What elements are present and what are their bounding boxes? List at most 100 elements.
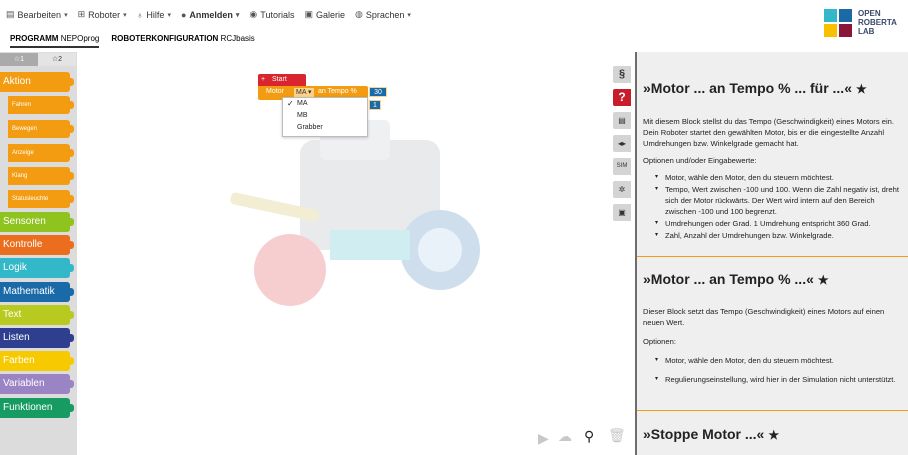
- menu-hilfe[interactable]: ♁ Hilfe ▾: [137, 9, 171, 20]
- help-section-2-body: Dieser Block setzt das Tempo (Geschwindi…: [643, 306, 905, 386]
- settings-icon[interactable]: ✲: [613, 181, 631, 198]
- category-farben[interactable]: Farben: [0, 351, 74, 371]
- dropdown-option-mb[interactable]: MB: [297, 111, 308, 121]
- category-aktion[interactable]: Aktion: [0, 72, 74, 92]
- category-kontrolle[interactable]: Kontrolle: [0, 235, 74, 255]
- star-icon: ★: [817, 273, 829, 287]
- caret-down-icon: ▾: [407, 11, 411, 19]
- category-mathematik[interactable]: Mathematik: [0, 282, 74, 302]
- subcategory-fahren[interactable]: Fahren: [8, 96, 74, 114]
- category-text[interactable]: Text: [0, 305, 74, 325]
- code-icon[interactable]: §: [613, 66, 631, 83]
- help-divider: [637, 256, 908, 257]
- right-tool-column: § ? ▤ ◂▸ SIM ✲ ▣: [613, 66, 633, 226]
- menu-label: Roboter: [88, 9, 121, 20]
- eye-icon: ◉: [249, 9, 258, 19]
- help-options-label: Optionen:: [643, 337, 676, 346]
- menu-label: Hilfe: [146, 9, 165, 20]
- menu-galerie[interactable]: ▣ Galerie: [304, 9, 345, 20]
- level-tab-2[interactable]: ☆2: [38, 53, 76, 66]
- level-tab-1[interactable]: ☆1: [0, 53, 38, 66]
- menu-tutorials[interactable]: ◉ Tutorials: [249, 9, 294, 20]
- category-logik[interactable]: Logik: [0, 258, 74, 278]
- star-icon: ★: [768, 428, 780, 442]
- help-divider: [637, 410, 908, 411]
- tempo-label: an Tempo %: [318, 88, 357, 95]
- motor-block-label: Motor: [266, 88, 284, 95]
- subcategory-bewegen[interactable]: Bewegen: [8, 120, 74, 138]
- list-item: Tempo, Wert zwischen -100 und 100. Wenn …: [643, 184, 905, 217]
- count-number-block[interactable]: 1: [369, 100, 381, 110]
- tab-label: ROBOTERKONFIGURATION: [111, 34, 219, 43]
- category-variablen[interactable]: Variablen: [0, 374, 74, 394]
- cloud-upload-icon[interactable]: ☁: [558, 428, 572, 445]
- zoom-icon[interactable]: ⚲: [584, 428, 594, 445]
- help-title-2: »Motor ... an Tempo % ...« ★: [643, 271, 829, 287]
- dropdown-option-ma[interactable]: MA: [297, 99, 308, 109]
- help-intro: Dieser Block setzt das Tempo (Geschwindi…: [643, 307, 885, 327]
- list-item: Motor, wähle den Motor, den du steuern m…: [643, 355, 905, 366]
- menu-label: Tutorials: [260, 9, 295, 20]
- menu-sprachen[interactable]: ◍ Sprachen ▾: [355, 9, 411, 20]
- menu-anmelden[interactable]: ● Anmelden ▾: [181, 9, 239, 20]
- open-roberta-logo[interactable]: OPEN ROBERTA LAB: [824, 7, 906, 43]
- logo-square-icon: [824, 9, 837, 22]
- list-item: Regulierungseinstellung, wird hier in de…: [643, 374, 905, 385]
- level-tabs: ☆1 ☆2: [0, 53, 77, 66]
- tab-program[interactable]: PROGRAMM NEPOprog: [10, 34, 100, 48]
- category-sensoren[interactable]: Sensoren: [0, 212, 74, 232]
- help-title-3: »Stoppe Motor ...« ★: [643, 426, 780, 442]
- star-icon: ★: [855, 82, 867, 96]
- gallery-icon: ▣: [304, 9, 313, 19]
- start-block[interactable]: + Start: [258, 74, 306, 86]
- help-panel[interactable]: »Motor ... an Tempo % ... für ...« ★ Mit …: [635, 52, 908, 455]
- logo-square-icon: [839, 9, 852, 22]
- tab-config-name: RCJbasis: [220, 34, 255, 43]
- menu-label: Sprachen: [365, 9, 405, 20]
- check-icon: ✓: [287, 99, 294, 108]
- play-icon[interactable]: ▶: [538, 430, 549, 447]
- motor-port-menu: ✓ MA MB Grabber: [282, 97, 368, 137]
- help-title-1: »Motor ... an Tempo % ... für ...« ★: [643, 80, 867, 96]
- start-block-label: Start: [272, 76, 287, 83]
- tab-label: PROGRAMM: [10, 34, 59, 43]
- subcategory-klang[interactable]: Klang: [8, 167, 74, 185]
- main-menu: ▤ Bearbeiten ▾ ⊞ Roboter ▾ ♁ Hilfe ▾ ● A…: [6, 9, 421, 20]
- help-section-1-body: Mit diesem Block stellst du das Tempo (G…: [643, 116, 905, 242]
- logo-square-icon: [839, 24, 852, 37]
- sim-icon[interactable]: SIM: [613, 158, 631, 175]
- robot-illustration: [230, 120, 480, 306]
- user-icon: ●: [180, 9, 187, 20]
- lightbulb-icon: ♁: [136, 9, 144, 20]
- subcategory-statusleuchte[interactable]: Statusleuchte: [8, 190, 74, 208]
- category-funktionen[interactable]: Funktionen: [0, 398, 74, 418]
- trash-icon[interactable]: 🗑: [608, 427, 626, 444]
- list-item: Umdrehungen oder Grad. 1 Umdrehung entsp…: [643, 218, 905, 229]
- caret-down-icon: ▾: [167, 11, 171, 19]
- help-options-list: Motor, wähle den Motor, den du steuern m…: [643, 172, 905, 241]
- logo-text: OPEN ROBERTA LAB: [858, 9, 897, 36]
- view-tabs: PROGRAMM NEPOprog ROBOTERKONFIGURATION R…: [10, 34, 267, 48]
- dropdown-option-grabber[interactable]: Grabber: [297, 123, 323, 133]
- menu-label: Bearbeiten: [17, 9, 62, 20]
- clipboard-icon: ▤: [6, 9, 15, 19]
- list-item: Zahl, Anzahl der Umdrehungen bzw. Winkel…: [643, 230, 905, 241]
- subcategory-anzeige[interactable]: Anzeige: [8, 144, 74, 162]
- top-bar: ▤ Bearbeiten ▾ ⊞ Roboter ▾ ♁ Hilfe ▾ ● A…: [0, 0, 908, 52]
- caret-down-icon: ▾: [64, 11, 68, 19]
- source-icon[interactable]: ◂▸: [613, 135, 631, 152]
- help-options-label: Optionen und/oder Eingabewerte:: [643, 156, 757, 165]
- menu-roboter[interactable]: ⊞ Roboter ▾: [78, 9, 127, 20]
- screen-icon[interactable]: ▣: [613, 204, 631, 221]
- caret-down-icon: ▾: [123, 11, 127, 19]
- globe-icon: ◍: [355, 9, 363, 19]
- help-icon[interactable]: ?: [613, 89, 631, 106]
- tab-robot-config[interactable]: ROBOTERKONFIGURATION RCJbasis: [111, 34, 254, 48]
- tempo-number-block[interactable]: 30: [369, 87, 387, 97]
- menu-bearbeiten[interactable]: ▤ Bearbeiten ▾: [6, 9, 68, 20]
- category-listen[interactable]: Listen: [0, 328, 74, 348]
- caret-down-icon: ▾: [235, 11, 240, 19]
- comment-icon[interactable]: ▤: [613, 112, 631, 129]
- menu-label: Galerie: [315, 9, 345, 20]
- tab-program-name: NEPOprog: [60, 34, 100, 43]
